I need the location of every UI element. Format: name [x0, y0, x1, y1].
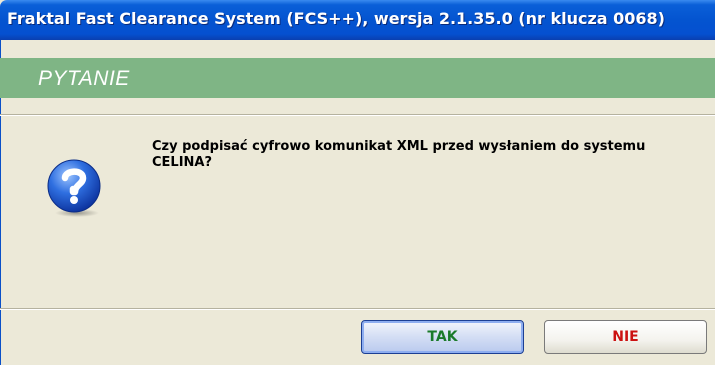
bottom-separator-highlight: [0, 309, 715, 310]
dialog-window: Fraktal Fast Clearance System (FCS++), w…: [0, 0, 715, 365]
window-title: Fraktal Fast Clearance System (FCS++), w…: [7, 9, 665, 28]
dialog-message: Czy podpisać cyfrowo komunikat XML przed…: [152, 139, 646, 170]
top-separator-highlight: [0, 115, 715, 116]
question-icon: [44, 157, 104, 217]
yes-button[interactable]: TAK: [361, 320, 524, 354]
no-button[interactable]: NIE: [544, 320, 707, 354]
header-label: PYTANIE: [38, 67, 130, 90]
header-band: PYTANIE: [0, 58, 715, 98]
title-bar[interactable]: Fraktal Fast Clearance System (FCS++), w…: [0, 0, 715, 40]
